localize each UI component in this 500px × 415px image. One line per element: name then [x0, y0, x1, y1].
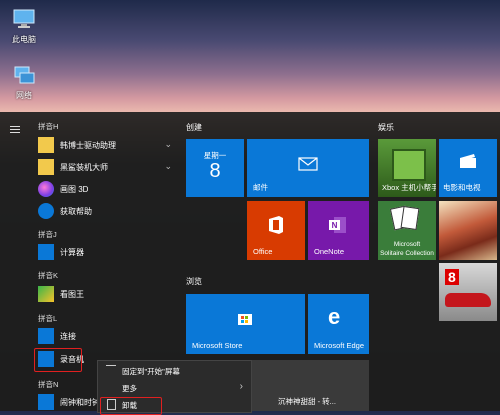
start-menu: 拼音H 韩博士驱动助理 ⌄ 黑鲨装机大师 ⌄ 画图 3D 获取帮助 拼音J 计算…	[0, 112, 500, 415]
app-label: 闹钟和时钟	[60, 398, 100, 407]
section-header-k[interactable]: 拼音K	[38, 270, 58, 281]
desktop-icon-label: 此电脑	[12, 35, 36, 44]
group-header-play[interactable]: 娱乐	[378, 122, 394, 133]
folder-icon	[38, 137, 54, 153]
section-header-n[interactable]: 拼音N	[38, 379, 58, 390]
tile-label: Microsoft Edge	[314, 341, 365, 350]
app-label: 黑鲨装机大师	[60, 163, 108, 172]
tile-calendar[interactable]: 星期一 8	[186, 139, 244, 197]
app-item-calculator[interactable]: 计算器	[38, 243, 180, 261]
card-icon	[400, 205, 420, 231]
paint3d-icon	[38, 181, 54, 197]
app-label: 计算器	[60, 248, 84, 257]
group-header-create[interactable]: 创建	[186, 122, 202, 133]
connect-icon	[38, 328, 54, 344]
tile-label: Xbox 主机小帮手	[382, 183, 436, 192]
image-viewer-icon	[38, 286, 54, 302]
tile-onenote[interactable]: N OneNote	[308, 201, 369, 260]
app-item-image-viewer[interactable]: 看图王	[38, 285, 180, 303]
calculator-icon	[38, 244, 54, 260]
section-header-l[interactable]: 拼音L	[38, 313, 57, 324]
svg-text:N: N	[332, 221, 338, 230]
tile-label: 沉神神甜甜 - 转...	[278, 397, 336, 406]
tile-label: Solitaire Collection	[380, 250, 434, 257]
app-item-paint3d[interactable]: 画图 3D	[38, 180, 180, 198]
tile-xbox[interactable]: Xbox 主机小帮手	[378, 139, 436, 197]
help-icon	[38, 203, 54, 219]
tile-microsoft-store[interactable]: Microsoft Store	[186, 294, 305, 354]
onenote-icon: N	[329, 217, 346, 233]
menu-item-label: 更多	[122, 384, 137, 393]
edge-icon: e	[328, 304, 341, 329]
menu-item-pin-to-start[interactable]: 固定到"开始"屏幕	[98, 362, 251, 379]
highlight-box-uninstall	[100, 397, 162, 415]
tile-label: 电影和电视	[443, 183, 481, 192]
chevron-right-icon: ›	[239, 381, 243, 392]
tile-asphalt-8[interactable]: 8	[439, 263, 497, 321]
tile-label: Office	[253, 247, 273, 256]
mail-icon	[298, 157, 318, 171]
menu-item-more[interactable]: 更多 ›	[98, 379, 251, 396]
film-icon	[460, 154, 476, 168]
app-item-connect[interactable]: 连接	[38, 327, 180, 345]
app-item-heisha[interactable]: 黑鲨装机大师 ⌄	[38, 158, 180, 176]
section-header-j[interactable]: 拼音J	[38, 229, 57, 240]
tile-label: Microsoft Store	[192, 341, 243, 350]
store-icon	[238, 314, 252, 325]
car-icon	[445, 293, 491, 307]
computer-icon	[13, 9, 35, 28]
menu-item-label: 固定到"开始"屏幕	[122, 367, 180, 376]
app-item-get-help[interactable]: 获取帮助	[38, 202, 180, 220]
folder-icon	[38, 159, 54, 175]
tile-office[interactable]: Office	[247, 201, 305, 260]
office-icon	[269, 216, 283, 234]
network-icon	[14, 66, 35, 84]
asphalt-logo-icon: 8	[445, 269, 459, 285]
tile-game-racing-street[interactable]	[439, 201, 497, 260]
desktop-icon-label: 网络	[16, 91, 32, 100]
tile-movies-tv[interactable]: 电影和电视	[439, 139, 497, 197]
app-item-driver-assistant[interactable]: 韩博士驱动助理 ⌄	[38, 136, 180, 154]
tile-solitaire[interactable]: Microsoft Solitaire Collection	[378, 201, 436, 260]
app-label: 看图王	[60, 290, 84, 299]
tile-partial-bottom[interactable]: 沉神神甜甜 - 转...	[250, 360, 369, 411]
calendar-date: 8	[209, 160, 221, 182]
desktop-icon-network[interactable]: 网络	[4, 64, 44, 101]
tile-label: Microsoft	[393, 241, 421, 248]
tile-microsoft-edge[interactable]: e Microsoft Edge	[308, 294, 369, 354]
section-header-h[interactable]: 拼音H	[38, 121, 58, 132]
highlight-box-recorder	[34, 348, 82, 372]
app-label: 韩博士驱动助理	[60, 141, 116, 150]
start-rail	[0, 112, 30, 411]
app-label: 连接	[60, 332, 76, 341]
chevron-down-icon: ⌄	[164, 139, 172, 149]
tile-label: OneNote	[314, 247, 345, 256]
hamburger-menu-icon[interactable]	[10, 124, 20, 135]
xbox-avatar-icon	[392, 149, 426, 181]
alarm-clock-icon	[38, 394, 54, 410]
group-header-browse[interactable]: 浏览	[186, 276, 202, 287]
tile-label: 邮件	[253, 183, 268, 192]
app-label: 获取帮助	[60, 207, 92, 216]
desktop-icon-this-pc[interactable]: 此电脑	[4, 8, 44, 45]
pin-icon	[106, 365, 116, 376]
chevron-down-icon: ⌄	[164, 161, 172, 171]
tile-mail[interactable]: 邮件	[247, 139, 369, 197]
app-label: 画图 3D	[60, 185, 89, 194]
